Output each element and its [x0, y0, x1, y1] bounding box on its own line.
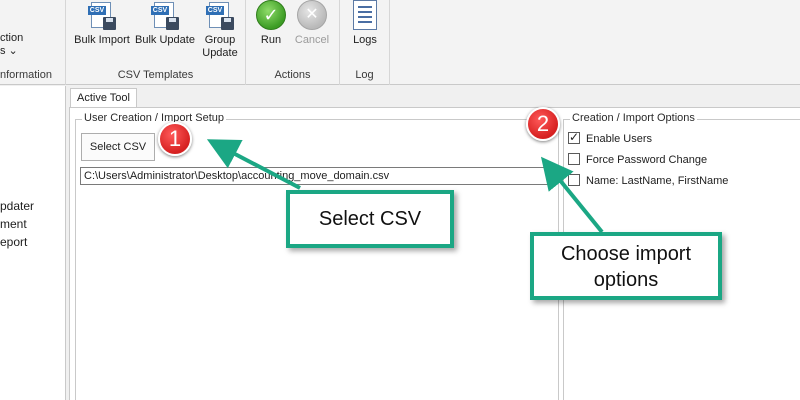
import-options-callout: Choose import options — [530, 232, 722, 300]
select-csv-callout: Select CSV — [286, 190, 454, 248]
step-two-badge: 2 — [526, 107, 560, 141]
import-options-callout-line2: options — [593, 269, 659, 291]
import-options-callout-line1: Choose import — [560, 243, 692, 265]
arrow-to-select-csv — [206, 139, 301, 190]
arrow-to-import-options — [540, 156, 604, 234]
step-one-badge: 1 — [158, 122, 192, 156]
